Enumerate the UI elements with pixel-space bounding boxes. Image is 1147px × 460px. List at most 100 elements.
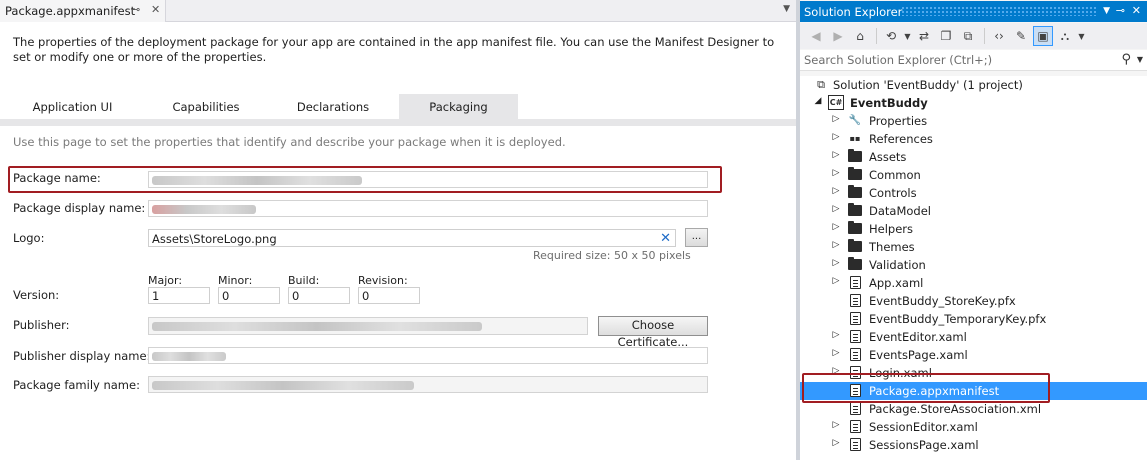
folder-icon — [847, 221, 863, 236]
history-dropdown-icon[interactable]: ▼ — [903, 26, 912, 46]
home-icon[interactable]: ⌂ — [850, 26, 870, 46]
tree-item-themes[interactable]: ▷ Themes — [800, 238, 1147, 256]
tree-item-validation[interactable]: ▷ Validation — [800, 256, 1147, 274]
version-minor-field[interactable]: 0 — [218, 287, 280, 304]
collapse-arrow-icon[interactable]: ◢ — [813, 96, 823, 106]
manifest-designer-pane: Package.appxmanifest ⊸ ✕ ▼ The propertie… — [0, 0, 796, 460]
collapse-all-icon[interactable]: ❐ — [936, 26, 956, 46]
folder-shape — [848, 149, 862, 162]
logo-path-field[interactable]: Assets\StoreLogo.png ✕ — [148, 229, 676, 247]
window-position-dropdown-icon[interactable]: ▼ — [1103, 6, 1110, 16]
tree-item-eventbuddy-temporarykey-pfx[interactable]: EventBuddy_TemporaryKey.pfx — [800, 310, 1147, 328]
package-family-name-label: Package family name: — [13, 378, 140, 392]
tree-item-app-xaml[interactable]: ▷ App.xaml — [800, 274, 1147, 292]
tab-packaging[interactable]: Packaging — [399, 94, 518, 119]
manifest-intro-text: The properties of the deployment package… — [13, 35, 775, 64]
tree-item-eventeditor-xaml[interactable]: ▷ EventEditor.xaml — [800, 328, 1147, 346]
clear-logo-icon[interactable]: ✕ — [660, 231, 671, 246]
auto-hide-pin-icon[interactable]: ⊸ — [1116, 4, 1125, 17]
publisher-display-name-field[interactable] — [148, 347, 708, 364]
logo-path-value: Assets\StoreLogo.png — [152, 232, 277, 246]
history-icon[interactable]: ⟲ — [881, 26, 901, 46]
certificate-file-icon — [847, 311, 863, 326]
xaml-file-icon — [847, 347, 863, 362]
folder-shape — [848, 221, 862, 234]
class-view-icon[interactable]: ⛬ — [1055, 26, 1075, 46]
tree-item-helpers[interactable]: ▷ Helpers — [800, 220, 1147, 238]
tab-capabilities[interactable]: Capabilities — [145, 94, 267, 119]
tree-item-references[interactable]: ▷ ▪▪ References — [800, 130, 1147, 148]
expand-arrow-icon[interactable]: ▷ — [831, 420, 841, 430]
expand-arrow-icon[interactable]: ▷ — [831, 204, 841, 214]
expand-arrow-icon[interactable]: ▷ — [831, 330, 841, 340]
expand-arrow-icon[interactable]: ▷ — [831, 168, 841, 178]
tree-item-sessioneditor-xaml[interactable]: ▷ SessionEditor.xaml — [800, 418, 1147, 436]
tree-item-sessionspage-xaml[interactable]: ▷ SessionsPage.xaml — [800, 436, 1147, 454]
browse-logo-button[interactable]: ... — [685, 228, 708, 247]
preview-icon[interactable]: ▣ — [1033, 26, 1053, 46]
package-family-name-field — [148, 376, 708, 393]
show-all-files-icon[interactable]: ⧉ — [958, 26, 978, 46]
tab-dropdown-icon[interactable]: ▼ — [783, 4, 790, 14]
class-view-dropdown-icon[interactable]: ▼ — [1077, 26, 1086, 46]
tree-item-datamodel[interactable]: ▷ DataModel — [800, 202, 1147, 220]
tree-item-assets[interactable]: ▷ Assets — [800, 148, 1147, 166]
expand-arrow-icon[interactable]: ▷ — [831, 276, 841, 286]
expand-arrow-icon[interactable]: ▷ — [831, 186, 841, 196]
tree-item-eventspage-xaml[interactable]: ▷ EventsPage.xaml — [800, 346, 1147, 364]
choose-certificate-button[interactable]: Choose Certificate... — [598, 316, 708, 349]
forward-icon[interactable]: ▶ — [828, 26, 848, 46]
view-code-icon[interactable]: ‹› — [989, 26, 1009, 46]
expand-arrow-icon[interactable]: ▷ — [831, 438, 841, 448]
expand-arrow-icon[interactable]: ▷ — [831, 258, 841, 268]
titlebar-grip — [901, 6, 1097, 16]
sync-icon[interactable]: ⇄ — [914, 26, 934, 46]
expand-arrow-icon[interactable]: ▷ — [831, 150, 841, 160]
expand-arrow-icon[interactable]: ▷ — [831, 132, 841, 142]
tree-item-properties[interactable]: ▷ 🔧 Properties — [800, 112, 1147, 130]
csharp-project-icon: C# — [828, 95, 844, 110]
expand-arrow-icon[interactable]: ▷ — [831, 222, 841, 232]
version-revision-field[interactable]: 0 — [358, 287, 420, 304]
tree-item-eventbuddy[interactable]: ◢ C# EventBuddy — [800, 94, 1147, 112]
document-tab-package-appxmanifest[interactable]: Package.appxmanifest — [0, 0, 166, 22]
manifest-designer-tabs: Application UI Capabilities Declarations… — [0, 94, 796, 119]
search-input[interactable] — [804, 53, 1104, 67]
expand-arrow-icon[interactable]: ▷ — [831, 348, 841, 358]
file-shape — [849, 420, 861, 433]
close-window-icon[interactable]: ✕ — [1132, 4, 1141, 17]
search-icon[interactable]: ⚲ — [1121, 52, 1131, 67]
back-icon[interactable]: ◀ — [806, 26, 826, 46]
tree-item-eventbuddy-storekey-pfx[interactable]: EventBuddy_StoreKey.pfx — [800, 292, 1147, 310]
version-major-field[interactable]: 1 — [148, 287, 210, 304]
file-shape — [849, 330, 861, 343]
folder-icon — [847, 257, 863, 272]
version-build-field[interactable]: 0 — [288, 287, 350, 304]
tree-item-solution-eventbuddy-1-project[interactable]: ⧉ Solution 'EventBuddy' (1 project) — [800, 76, 1147, 94]
tree-item-controls[interactable]: ▷ Controls — [800, 184, 1147, 202]
xaml-file-icon — [847, 437, 863, 452]
tree-item-label: Themes — [869, 240, 915, 254]
solution-explorer-titlebar[interactable]: Solution Explorer ▼ ⊸ ✕ — [800, 1, 1147, 22]
document-tab-label: Package.appxmanifest — [5, 4, 136, 18]
close-tab-icon[interactable]: ✕ — [151, 3, 160, 16]
version-revision-label: Revision: — [358, 274, 408, 287]
tab-declarations[interactable]: Declarations — [267, 94, 399, 119]
expand-arrow-icon[interactable]: ▷ — [831, 240, 841, 250]
tab-application-ui[interactable]: Application UI — [0, 94, 145, 119]
folder-shape — [848, 167, 862, 180]
solution-explorer-toolbar: ◀ ▶ ⌂ ⟲ ▼ ⇄ ❐ ⧉ ‹› ✎ ▣ ⛬ ▼ — [800, 23, 1147, 49]
redacted-value — [152, 352, 226, 361]
solution-icon: ⧉ — [817, 77, 825, 91]
properties-icon[interactable]: ✎ — [1011, 26, 1031, 46]
tree-item-common[interactable]: ▷ Common — [800, 166, 1147, 184]
search-options-dropdown-icon[interactable]: ▼ — [1137, 55, 1143, 64]
package-display-name-field[interactable] — [148, 200, 708, 217]
publisher-field — [148, 317, 588, 335]
file-shape — [849, 312, 861, 325]
folder-shape — [848, 257, 862, 270]
expand-arrow-icon[interactable]: ▷ — [831, 114, 841, 124]
xml-file-icon — [847, 401, 863, 416]
logo-size-hint: Required size: 50 x 50 pixels — [533, 249, 691, 262]
pin-tab-icon[interactable]: ⊸ — [131, 3, 140, 16]
